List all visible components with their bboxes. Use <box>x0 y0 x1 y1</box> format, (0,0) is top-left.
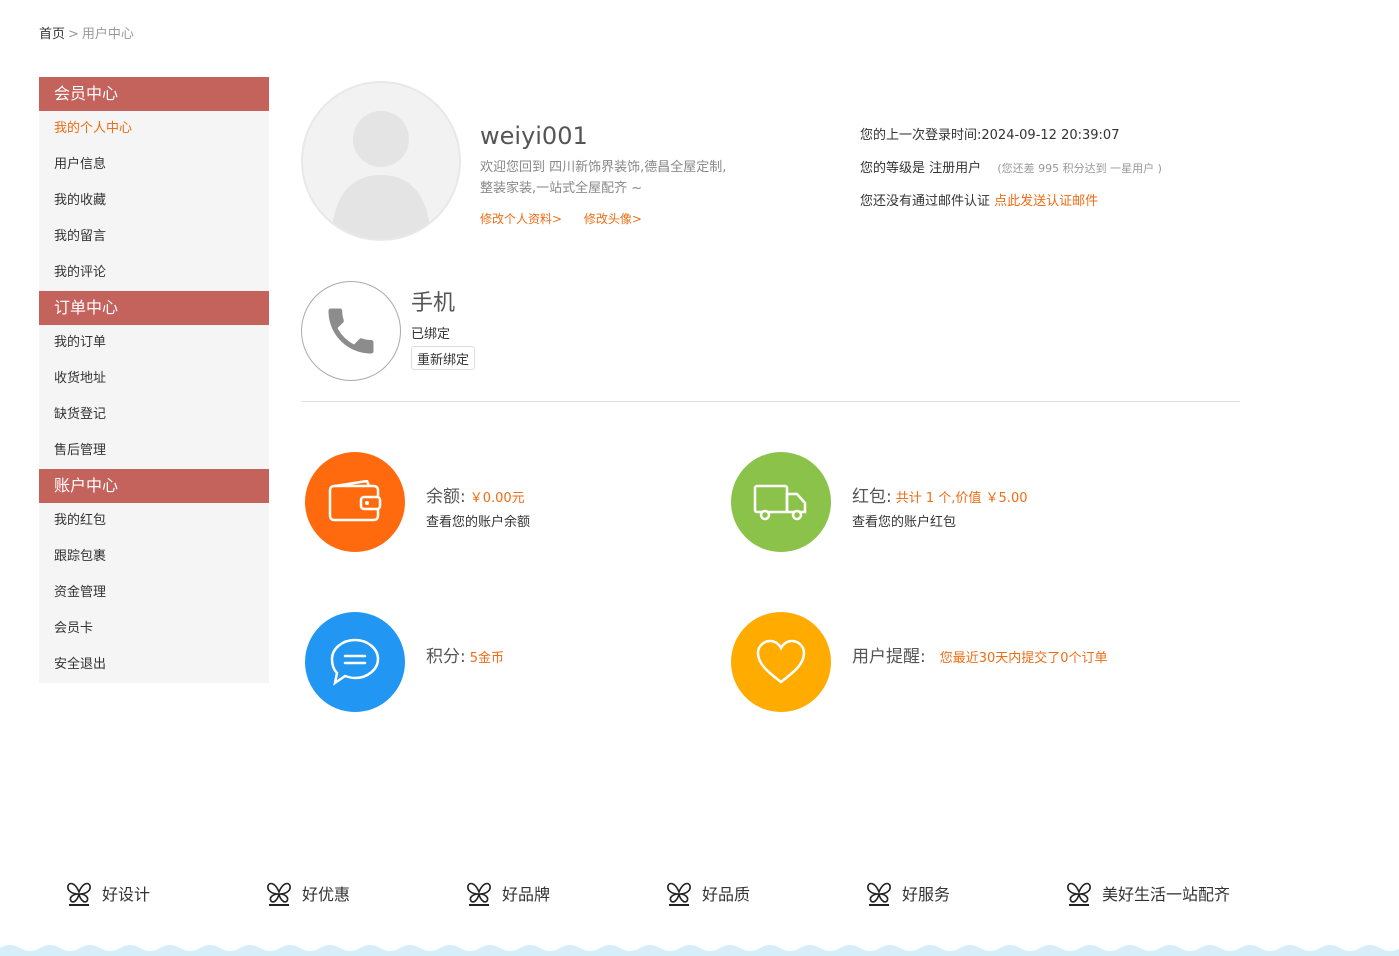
sidebar-item-member-card[interactable]: 会员卡 <box>39 611 269 647</box>
butterfly-logo-icon <box>667 882 691 906</box>
bonus-value: 共计 1 个,价值 ￥5.00 <box>895 491 1028 506</box>
chat-icon <box>330 638 380 686</box>
balance-link[interactable]: 查看您的账户余额 <box>426 511 530 530</box>
balance-icon-circle[interactable] <box>305 452 405 552</box>
heart-icon <box>756 639 806 684</box>
reminder-label-row: 用户提醒: 您最近30天内提交了0个订单 <box>852 642 1108 667</box>
sidebar: 会员中心 我的个人中心 用户信息 我的收藏 我的留言 我的评论 订单中心 我的订… <box>39 77 269 683</box>
rebind-phone-button[interactable]: 重新绑定 <box>411 346 476 370</box>
feature-item: 好服务 <box>866 878 950 908</box>
feature-label: 好服务 <box>902 885 951 904</box>
level-hint: (您还差 995 积分达到 一星用户 ) <box>997 162 1162 175</box>
sidebar-item-addresses[interactable]: 收货地址 <box>39 361 269 397</box>
wave-decoration <box>0 945 1399 956</box>
feature-label: 好品牌 <box>502 885 551 904</box>
feature-label: 好优惠 <box>302 885 351 904</box>
sidebar-item-my-center[interactable]: 我的个人中心 <box>39 111 269 147</box>
reminder-value: 您最近30天内提交了0个订单 <box>939 651 1108 666</box>
last-login-label: 您的上一次登录时间: <box>860 128 982 143</box>
breadcrumb-home[interactable]: 首页 <box>39 27 65 42</box>
sidebar-item-messages[interactable]: 我的留言 <box>39 219 269 255</box>
edit-profile-link[interactable]: 修改个人资料> <box>480 212 562 226</box>
sidebar-item-user-info[interactable]: 用户信息 <box>39 147 269 183</box>
feature-item: 好品质 <box>666 878 750 908</box>
balance-value: ￥0.00元 <box>469 491 525 506</box>
email-info: 您还没有通过邮件认证 点此发送认证邮件 <box>860 190 1098 209</box>
sidebar-item-out-of-stock[interactable]: 缺货登记 <box>39 397 269 433</box>
breadcrumb-current: 用户中心 <box>81 27 134 42</box>
bonus-label-row: 红包: 共计 1 个,价值 ￥5.00 <box>852 482 1027 507</box>
user-silhouette-icon <box>331 111 431 239</box>
bonus-link[interactable]: 查看您的账户红包 <box>852 511 956 530</box>
points-icon-circle[interactable] <box>305 612 405 712</box>
wallet-icon <box>328 480 382 522</box>
bonus-label: 红包: <box>852 487 892 507</box>
sidebar-section-member: 会员中心 <box>39 77 269 111</box>
divider <box>301 401 1240 402</box>
breadcrumb: 首页 > 用户中心 <box>39 23 134 42</box>
balance-label-row: 余额: ￥0.00元 <box>426 482 525 507</box>
butterfly-logo-icon <box>867 882 891 906</box>
breadcrumb-separator: > <box>68 27 79 42</box>
profile-links: 修改个人资料> 修改头像> <box>480 210 660 227</box>
phone-title: 手机 <box>411 291 456 316</box>
last-login-info: 您的上一次登录时间:2024-09-12 20:39:07 <box>860 124 1119 143</box>
feature-item: 好设计 <box>66 878 150 908</box>
sidebar-item-my-orders[interactable]: 我的订单 <box>39 325 269 361</box>
reminder-icon-circle[interactable] <box>731 612 831 712</box>
sidebar-item-track-package[interactable]: 跟踪包裹 <box>39 539 269 575</box>
butterfly-logo-icon <box>467 882 491 906</box>
butterfly-logo-icon <box>267 882 291 906</box>
points-label-row: 积分: 5金币 <box>426 642 504 667</box>
feature-item: 美好生活一站配齐 <box>1066 878 1230 908</box>
feature-item: 好优惠 <box>266 878 350 908</box>
feature-label: 好设计 <box>102 885 151 904</box>
username: weiyi001 <box>480 122 588 150</box>
sidebar-section-orders: 订单中心 <box>39 291 269 325</box>
sidebar-section-account: 账户中心 <box>39 469 269 503</box>
level-value: 注册用户 <box>929 161 982 176</box>
balance-label: 余额: <box>426 487 466 507</box>
butterfly-logo-icon <box>67 882 91 906</box>
level-label: 您的等级是 <box>860 161 926 176</box>
avatar[interactable] <box>301 81 461 241</box>
level-info: 您的等级是 注册用户 (您还差 995 积分达到 一星用户 ) <box>860 157 1162 176</box>
phone-icon-circle <box>301 281 401 381</box>
welcome-message: 欢迎您回到 四川新饰界装饰,德昌全屋定制,整装家装,一站式全屋配齐 ~ <box>480 160 727 196</box>
phone-status: 已绑定 <box>411 327 451 342</box>
sidebar-item-after-sales[interactable]: 售后管理 <box>39 433 269 469</box>
phone-icon <box>328 308 374 354</box>
sidebar-item-funds[interactable]: 资金管理 <box>39 575 269 611</box>
points-label: 积分: <box>426 647 466 667</box>
last-login-value: 2024-09-12 20:39:07 <box>981 128 1120 143</box>
edit-avatar-link[interactable]: 修改头像> <box>584 212 642 226</box>
butterfly-logo-icon <box>1067 882 1091 906</box>
feature-label: 美好生活一站配齐 <box>1102 885 1231 904</box>
feature-item: 好品牌 <box>466 878 550 908</box>
points-value: 5金币 <box>469 651 505 666</box>
sidebar-item-red-packets[interactable]: 我的红包 <box>39 503 269 539</box>
email-status: 您还没有通过邮件认证 <box>860 194 991 209</box>
feature-label: 好品质 <box>702 885 751 904</box>
send-verification-link[interactable]: 点此发送认证邮件 <box>994 194 1098 209</box>
sidebar-item-reviews[interactable]: 我的评论 <box>39 255 269 291</box>
sidebar-item-favorites[interactable]: 我的收藏 <box>39 183 269 219</box>
feature-bar: 好设计 好优惠 好品牌 好品质 好服务 美好生活一站配齐 <box>0 878 1399 918</box>
reminder-label: 用户提醒: <box>852 647 926 667</box>
sidebar-item-logout[interactable]: 安全退出 <box>39 647 269 683</box>
truck-icon <box>753 484 807 521</box>
bonus-icon-circle[interactable] <box>731 452 831 552</box>
